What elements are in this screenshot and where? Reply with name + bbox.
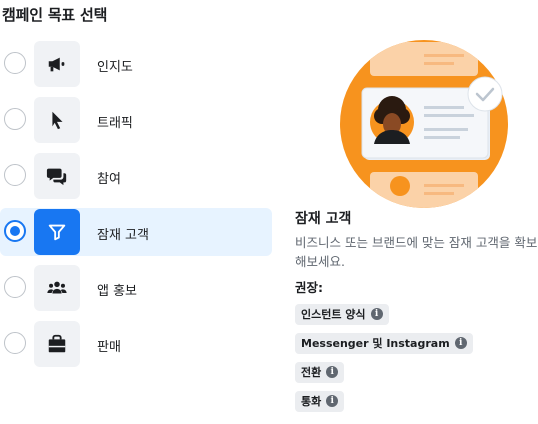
objective-radio[interactable] (4, 332, 26, 354)
objective-engagement[interactable]: 참여 (0, 152, 272, 200)
objective-radio[interactable] (4, 220, 26, 242)
info-icon[interactable]: i (454, 337, 467, 349)
objective-app-promotion[interactable]: 앱 홍보 (0, 264, 272, 312)
detail-description: 비즈니스 또는 브랜드에 맞는 잠재 고객을 확보해보세요. (295, 235, 538, 269)
cursor-icon (34, 97, 80, 143)
leads-illustration (340, 40, 508, 208)
objective-radio[interactable] (4, 52, 26, 74)
objective-list: 인지도 트래픽 참여 잠재 고객 앱 홍보 판매 (0, 40, 272, 376)
objective-detail-panel: 잠재 고객 비즈니스 또는 브랜드에 맞는 잠재 고객을 확보해보세요. 권장:… (295, 208, 538, 419)
objective-label: 잠재 고객 (97, 228, 149, 243)
objective-label: 트래픽 (97, 116, 133, 131)
megaphone-icon (34, 41, 80, 87)
funnel-icon (34, 209, 80, 255)
objective-label: 인지도 (97, 60, 133, 75)
info-icon[interactable]: i (370, 308, 383, 320)
objective-radio[interactable] (4, 108, 26, 130)
info-icon[interactable]: i (326, 395, 339, 407)
objective-radio[interactable] (4, 276, 26, 298)
chip-label: 전환 (301, 366, 322, 379)
chip-label: 인스턴트 양식 (301, 308, 366, 321)
info-icon[interactable]: i (326, 366, 339, 378)
recommended-label: 권장: (295, 280, 323, 295)
chat-bubbles-icon (34, 153, 80, 199)
page-title: 캠페인 목표 선택 (2, 6, 108, 24)
shopping-bag-icon (34, 321, 80, 367)
objective-awareness[interactable]: 인지도 (0, 40, 272, 88)
recommendation-chip: Messenger 및 Instagram i (295, 332, 473, 354)
objective-radio[interactable] (4, 164, 26, 186)
recommendation-chip: 전환 i (295, 361, 345, 383)
objective-sales[interactable]: 판매 (0, 320, 272, 368)
chip-label: 통화 (301, 395, 322, 408)
objective-label: 앱 홍보 (97, 284, 138, 299)
objective-leads[interactable]: 잠재 고객 (0, 208, 272, 256)
recommendation-chip: 인스턴트 양식 i (295, 303, 389, 325)
chip-label: Messenger 및 Instagram (301, 337, 450, 350)
detail-title: 잠재 고객 (295, 211, 352, 227)
objective-label: 참여 (97, 172, 121, 187)
objective-traffic[interactable]: 트래픽 (0, 96, 272, 144)
recommendation-chip: 통화 i (295, 390, 345, 412)
people-icon (34, 265, 80, 311)
objective-label: 판매 (97, 340, 121, 355)
